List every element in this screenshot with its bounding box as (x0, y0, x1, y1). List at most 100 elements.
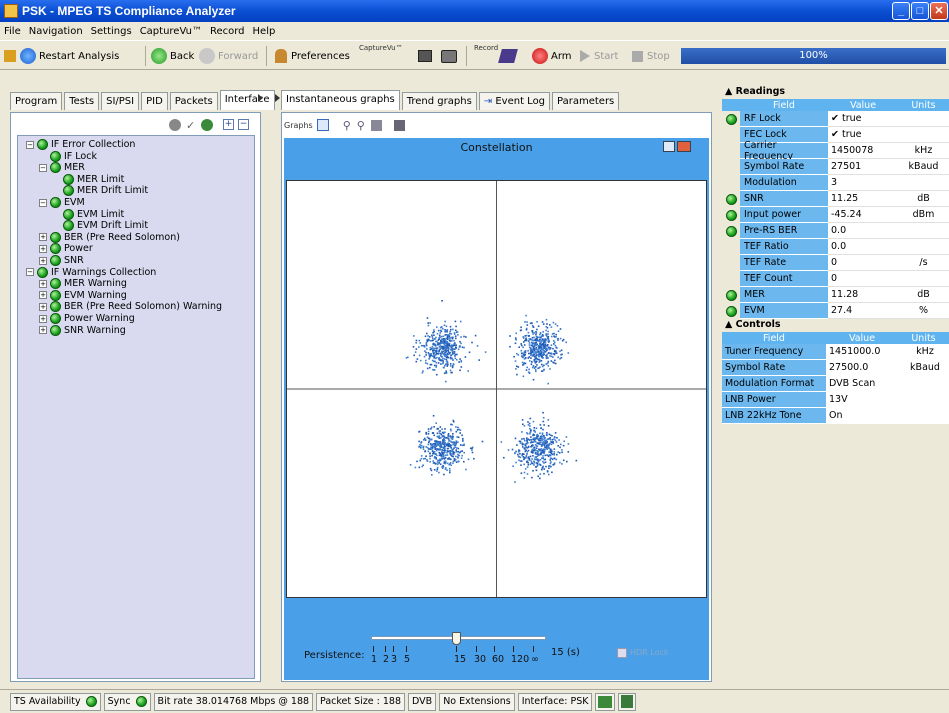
menu-settings[interactable]: Settings (91, 26, 132, 37)
zoom-in-icon[interactable]: ⚲ (343, 119, 351, 132)
constellation-point (415, 360, 418, 363)
expand-icon[interactable]: + (39, 291, 47, 300)
tab-interface[interactable]: Interface (219, 90, 275, 110)
tree-node[interactable]: + SNR Warning (39, 324, 126, 337)
forward-button[interactable]: Forward (199, 47, 258, 65)
constellation-point (413, 335, 415, 337)
collapse-icon[interactable]: − (26, 268, 34, 277)
controls-row[interactable]: Modulation Format DVB Scan (722, 376, 949, 392)
back-button[interactable]: Back (151, 47, 194, 65)
tab-trend-graphs[interactable]: Trend graphs (401, 92, 477, 110)
tab-si-psi[interactable]: SI/PSI (101, 92, 140, 110)
constellation-point (575, 459, 578, 462)
value-input[interactable]: 27500.0 (826, 360, 898, 376)
export-icon[interactable] (393, 119, 405, 131)
value-input[interactable]: On (826, 408, 898, 424)
expand-icon[interactable]: + (39, 302, 47, 311)
check-icon[interactable]: ✓ (186, 119, 195, 132)
tab-program[interactable]: Program (10, 92, 63, 110)
tab-event-log[interactable]: ⇥ Event Log (478, 92, 551, 110)
ts-availability-indicator: TS Availability (10, 692, 101, 711)
graph-type-icon[interactable] (316, 119, 329, 131)
tab-parameters[interactable]: Parameters (552, 92, 620, 110)
tab-tests[interactable]: Tests (64, 92, 100, 110)
tab-packets[interactable]: Packets (169, 92, 218, 110)
collapse-controls-icon: ▲ (725, 319, 736, 330)
constellation-point (429, 467, 432, 470)
constellation-point (529, 348, 532, 351)
expand-icon[interactable]: + (39, 326, 47, 335)
expand-icon[interactable]: + (39, 256, 47, 265)
persistence-slider-thumb[interactable] (452, 632, 461, 645)
constellation-point (522, 355, 524, 358)
tree-node-label: EVM Drift Limit (77, 220, 149, 232)
constellation-point (438, 430, 441, 432)
graph-close-icon[interactable] (677, 141, 691, 152)
menu-file[interactable]: File (4, 26, 21, 37)
wizard-icon[interactable] (4, 47, 18, 65)
collapse-icon[interactable]: − (39, 163, 47, 172)
expand-icon[interactable]: + (39, 244, 47, 253)
zoom-reset-icon[interactable] (370, 119, 382, 131)
recycle-button[interactable] (618, 692, 637, 711)
menu-help[interactable]: Help (253, 26, 276, 37)
maximize-button[interactable]: □ (911, 2, 929, 20)
zoom-out-icon[interactable]: ⚲ (357, 119, 365, 132)
controls-row[interactable]: Tuner Frequency 1451000.0 kHz (722, 344, 949, 360)
constellation-point (427, 338, 430, 341)
value-input[interactable]: 13V (826, 392, 898, 408)
constellation-point (534, 441, 537, 443)
collapse-left-arrow-icon[interactable] (258, 94, 263, 102)
record-config-button[interactable] (498, 47, 518, 65)
constellation-point (455, 450, 458, 453)
readings-row: Pre-RS BER 0.0 (722, 223, 949, 239)
controls-row[interactable]: LNB Power 13V (722, 392, 949, 408)
value-input[interactable]: 1451000.0 (826, 344, 898, 360)
constellation-point (478, 359, 480, 361)
expand-icon[interactable]: + (39, 314, 47, 323)
controls-row[interactable]: LNB 22kHz Tone On (722, 408, 949, 424)
check-selected-icon[interactable] (201, 119, 213, 131)
collapse-all-icon[interactable]: − (238, 119, 249, 130)
arm-button[interactable]: Arm (532, 47, 572, 65)
constellation-point (429, 346, 432, 349)
close-button[interactable]: ✕ (930, 2, 948, 20)
graph-settings-icon[interactable] (663, 141, 675, 152)
constellation-point (523, 425, 526, 427)
layout-toggle-button[interactable] (595, 692, 616, 711)
constellation-point (520, 460, 523, 462)
preferences-button[interactable]: Preferences (275, 47, 350, 65)
controls-header[interactable]: ▲ Controls (722, 319, 949, 332)
readings-section: ▲ Readings Field Value Units RF Lock ✔ tr… (722, 86, 949, 319)
tab-pid[interactable]: PID (141, 92, 168, 110)
value-input[interactable]: DVB Scan (826, 376, 898, 392)
readings-header[interactable]: ▲ Readings (722, 86, 949, 99)
constellation-point (537, 340, 540, 342)
menu-navigation[interactable]: Navigation (29, 26, 83, 37)
collapse-center-arrow-icon[interactable] (275, 94, 280, 102)
constellation-point (451, 453, 454, 455)
hdr-lock-checkbox[interactable] (617, 648, 627, 658)
collapse-icon[interactable]: − (26, 140, 34, 149)
start-button[interactable]: Start (580, 47, 618, 65)
capture-button[interactable] (418, 47, 432, 65)
expand-icon[interactable]: + (39, 233, 47, 242)
menu-capturevu[interactable]: CaptureVu™ (140, 26, 202, 37)
expand-all-icon[interactable]: + (223, 119, 234, 130)
title-bar: PSK - MPEG TS Compliance Analyzer _ □ ✕ (0, 0, 949, 22)
check-all-icon[interactable] (169, 119, 181, 131)
value-cell: ✔ true (828, 111, 898, 127)
toolbar: Restart Analysis Back Forward Preference… (0, 40, 949, 70)
tab-instantaneous-graphs[interactable]: Instantaneous graphs (281, 90, 400, 110)
menu-record[interactable]: Record (210, 26, 245, 37)
constellation-point (449, 369, 452, 372)
constellation-point (424, 335, 427, 338)
expand-icon[interactable]: + (39, 279, 47, 288)
constellation-point (446, 335, 449, 338)
stop-button[interactable]: Stop (632, 47, 670, 65)
camera-button[interactable] (441, 47, 457, 65)
collapse-icon[interactable]: − (39, 198, 47, 207)
restart-analysis-button[interactable]: Restart Analysis (20, 47, 119, 65)
controls-row[interactable]: Symbol Rate 27500.0 kBaud (722, 360, 949, 376)
minimize-button[interactable]: _ (892, 2, 910, 20)
